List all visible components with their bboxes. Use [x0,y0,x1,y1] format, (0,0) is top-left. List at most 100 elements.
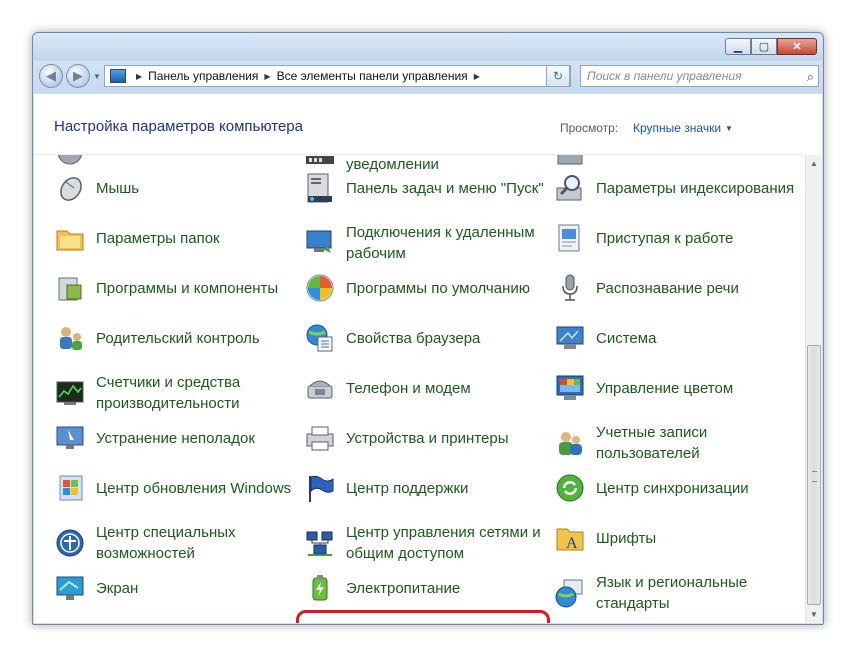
back-arrow-icon[interactable]: ◀ [39,64,63,88]
phone-modem-icon [307,380,333,399]
list-item-troubleshooting[interactable]: Устранение неполадок [54,422,255,454]
list-item-mouse[interactable]: Мышь [54,172,139,204]
item-label: Приступая к работе [596,229,734,247]
sync-center-icon [556,474,584,502]
item-label: Распознавание речи [596,279,739,297]
default-programs-icon [306,274,334,302]
search-placeholder: Поиск в панели управления [587,69,742,83]
internet-options-icon [306,324,333,352]
list-item-display[interactable]: Экран [54,572,138,604]
list-item-default-programs[interactable]: Программы по умолчанию [304,272,530,304]
item-label: Учетные записи пользователей [596,424,708,462]
generic-icon [557,155,583,165]
breadcrumb-control-panel[interactable]: Панель управления [148,69,258,83]
search-icon[interactable]: ⌕ [807,67,814,87]
list-item-network-center[interactable]: Центр управления сетями и общим доступом [304,522,546,564]
windows-update-icon [59,475,83,501]
item-label: Параметры папок [96,229,220,247]
chevron-right-icon[interactable]: ▶ [264,72,270,81]
list-item-parental[interactable]: Родительский контроль [54,322,260,354]
list-item-getting-started[interactable]: Приступая к работе [554,222,733,254]
control-panel-icon [110,69,126,83]
generic-icon [57,155,83,165]
list-item-power[interactable]: Электропитание [304,572,460,604]
list-item-internet-options[interactable]: Свойства браузера [304,322,480,354]
list-item-remote-desktop[interactable]: Подключения к удаленным рабочим [304,222,546,264]
close-button[interactable]: ✕ [777,38,817,55]
microphone-icon [562,274,578,301]
search-input[interactable]: Поиск в панели управления ⌕ [580,65,819,87]
item-label: Центр синхронизации [596,479,749,497]
list-item-phone-modem[interactable]: Телефон и модем [304,372,471,404]
list-item-notification[interactable]: уведомлении [304,155,439,173]
scroll-up-arrow-icon[interactable]: ▲ [806,155,822,172]
item-label: Электропитание [346,579,461,597]
item-label: Язык и региональные стандарты [596,574,748,612]
user-accounts-icon [559,432,582,455]
list-item-fonts[interactable]: A Шрифты [554,522,656,554]
region-language-icon [555,579,583,608]
chevron-right-icon[interactable]: ▶ [474,72,480,81]
list-item-taskbar[interactable]: Панель задач и меню "Пуск" [304,172,544,204]
page-title: Настройка параметров компьютера [54,118,303,135]
control-panel-items: Мышь Параметры папок Программы и компоне… [34,155,805,623]
item-label: Программы по умолчанию [346,279,530,297]
list-item-region[interactable]: Язык и региональные стандарты [554,572,796,614]
item-label: Центр управления сетями и общим доступом [346,524,541,562]
highlight-frame [296,610,550,623]
list-item-color-management[interactable]: Управление цветом [554,372,733,404]
content-pane: Настройка параметров компьютера Просмотр… [34,94,822,623]
list-item-performance[interactable]: Счетчики и средства производительности [54,372,296,414]
svg-text:A: A [566,535,578,552]
item-label: Устранение неполадок [96,429,255,447]
list-item-indexing[interactable]: Параметры индексирования [554,172,794,204]
item-label: Подключения к удаленным рабочим [346,224,535,262]
ease-of-access-icon [56,529,84,557]
forward-arrow-icon[interactable]: ▶ [66,64,90,88]
indexing-icon [556,175,582,201]
list-item-devices[interactable]: Устройства и принтеры [304,422,508,454]
list-item-user-accounts[interactable]: Учетные записи пользователей [554,422,796,464]
list-item-system[interactable]: Система [554,322,656,354]
item-label: Система [596,329,657,347]
list-item-speech[interactable]: Распознавание речи [554,272,739,304]
action-center-flag-icon [309,475,334,502]
navigation-bar: ◀ ▶ ▼ ▶ Панель управления ▶ Все элементы… [33,61,823,93]
list-item-windows-update[interactable]: Центр обновления Windows [54,472,291,504]
scrollbar-thumb[interactable] [807,345,821,605]
list-item-ease-of-access[interactable]: Центр специальных возможностей [54,522,296,564]
color-management-icon [556,375,584,400]
folder-options-icon [56,230,84,251]
list-item-folder-options[interactable]: Параметры папок [54,222,220,254]
mouse-icon [60,177,82,201]
vertical-scrollbar[interactable]: ▲ ▼ [805,155,822,623]
parental-control-icon [60,327,82,350]
power-options-icon [312,575,328,601]
chevron-right-icon[interactable]: ▶ [136,72,142,81]
list-item[interactable] [54,155,96,168]
scroll-down-arrow-icon[interactable]: ▼ [806,606,822,623]
item-label: Параметры индексирования [596,179,795,197]
item-label: Программы и компоненты [96,279,279,297]
control-panel-window: ▁ ▢ ✕ ◀ ▶ ▼ ▶ Панель управления ▶ Все эл… [32,32,824,625]
troubleshooting-icon [56,426,84,449]
getting-started-icon [558,224,580,252]
maximize-button[interactable]: ▢ [751,38,777,55]
refresh-button[interactable]: ↻ [546,65,570,87]
item-label: Телефон и модем [346,379,471,397]
grip-icon [812,471,817,482]
list-item-sync-center[interactable]: Центр синхронизации [554,472,749,504]
address-bar[interactable]: ▶ Панель управления ▶ Все элементы панел… [104,65,571,87]
recent-pages-dropdown-icon[interactable]: ▼ [93,72,101,81]
list-item-action-center[interactable]: Центр поддержки [304,472,468,504]
breadcrumb-all-items[interactable]: Все элементы панели управления [277,69,468,83]
view-by-dropdown[interactable]: Крупные значки ▼ [633,121,733,135]
list-item-programs[interactable]: Программы и компоненты [54,272,278,304]
minimize-button[interactable]: ▁ [725,38,751,55]
caption-buttons: ▁ ▢ ✕ [725,38,817,55]
item-label: Счетчики и средства производительности [96,374,241,412]
item-label: Центр специальных возможностей [96,524,236,562]
list-item[interactable] [554,155,596,168]
item-label: Устройства и принтеры [346,429,509,447]
remote-desktop-icon [306,230,332,253]
